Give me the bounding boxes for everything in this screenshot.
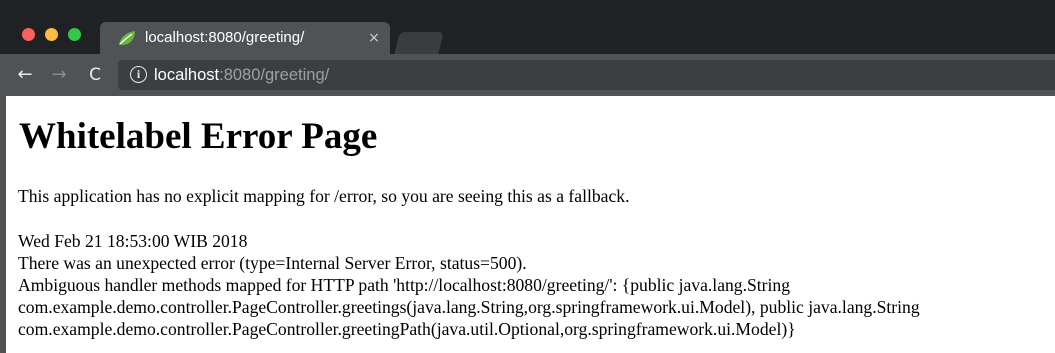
window-close-button[interactable] — [22, 28, 35, 41]
new-tab-button[interactable] — [394, 32, 444, 54]
tab-title: localhost:8080/greeting/ — [145, 29, 305, 46]
url-host: localhost — [154, 66, 220, 84]
window-minimize-button[interactable] — [45, 28, 58, 41]
back-arrow-icon[interactable]: ← — [14, 64, 36, 86]
page-title: Whitelabel Error Page — [19, 116, 378, 157]
spring-leaf-icon — [119, 31, 135, 45]
site-info-icon[interactable]: i — [130, 66, 147, 83]
intro-text: This application has no explicit mapping… — [18, 186, 630, 206]
url-text[interactable]: localhost:8080/greeting/ — [154, 63, 329, 87]
error-timestamp: Wed Feb 21 18:53:00 WIB 2018 — [18, 231, 248, 251]
tab-close-icon[interactable]: × — [366, 28, 382, 48]
reload-icon[interactable]: C — [84, 64, 106, 86]
page-content: Whitelabel Error Page This application h… — [6, 96, 1055, 353]
error-detail-line: com.example.demo.controller.PageControll… — [18, 297, 920, 317]
window-maximize-button[interactable] — [68, 28, 81, 41]
error-detail-line: com.example.demo.controller.PageControll… — [18, 319, 796, 339]
error-type-text: There was an unexpected error (type=Inte… — [18, 253, 527, 273]
error-detail-line: Ambiguous handler methods mapped for HTT… — [18, 275, 791, 295]
forward-arrow-icon[interactable]: → — [48, 64, 70, 86]
url-path: :8080/greeting/ — [219, 66, 330, 84]
